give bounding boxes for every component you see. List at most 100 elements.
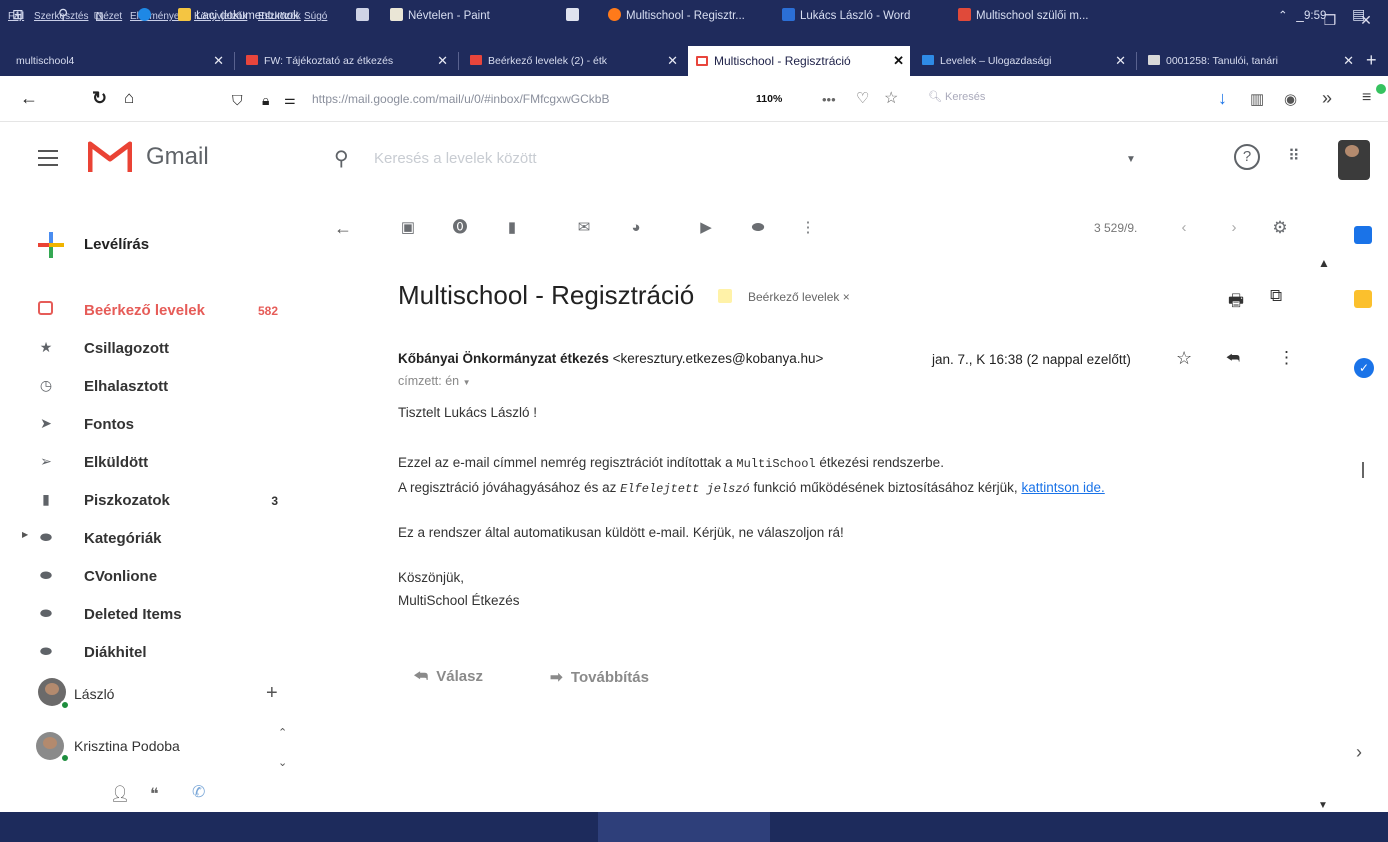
- taskbar-item-firefox[interactable]: Multischool - Regisztr...: [608, 7, 745, 25]
- tab-0001258[interactable]: 0001258: Tanulói, tanári ✕: [1140, 46, 1360, 76]
- more-options-icon[interactable]: ⋮: [1278, 348, 1295, 368]
- pocket-icon[interactable]: ♡: [856, 89, 869, 109]
- browser-search-box[interactable]: 🔍︎ Keresés: [928, 90, 985, 103]
- account-avatar[interactable]: [1338, 140, 1370, 180]
- forward-button[interactable]: ➡ Továbbítás: [550, 668, 649, 686]
- gear-icon[interactable]: ⚙: [1272, 219, 1288, 236]
- tab-multischool-registration[interactable]: Multischool - Regisztráció ✕: [688, 46, 910, 76]
- search-icon[interactable]: ⚲: [334, 146, 349, 171]
- apps-grid-icon[interactable]: ⠿: [1288, 146, 1300, 166]
- sidebar-item-diakhitel[interactable]: ⬬ Diákhitel: [36, 637, 286, 667]
- clock-time[interactable]: 9:59: [1304, 7, 1326, 25]
- report-spam-icon[interactable]: ⓿: [452, 220, 468, 236]
- chevron-right-icon[interactable]: ›: [1226, 220, 1242, 236]
- tab-outlook[interactable]: Levelek – Ulogazdasági ✕: [914, 46, 1132, 76]
- bookmark-star-icon[interactable]: ☆: [884, 89, 898, 109]
- delete-icon[interactable]: ▮: [504, 220, 520, 236]
- tab-multischool4[interactable]: multischool4 ✕: [8, 46, 230, 76]
- sidebar-item-categories[interactable]: ⬬ Kategóriák: [36, 523, 286, 553]
- sidebar-item-deleted-items[interactable]: ⬬ Deleted Items: [36, 599, 286, 629]
- sidebar-item-cvonlione[interactable]: ⬬ CVonlione: [36, 561, 286, 591]
- add-contact-icon[interactable]: +: [266, 682, 278, 705]
- download-icon[interactable]: ↓: [1218, 88, 1227, 108]
- gmail-logo[interactable]: [88, 140, 132, 174]
- tab-close-icon[interactable]: ✕: [437, 46, 448, 76]
- chevron-left-icon[interactable]: ‹: [1176, 220, 1192, 236]
- open-new-window-icon[interactable]: ⧉: [1270, 286, 1282, 306]
- menu-icon[interactable]: ≡: [1362, 88, 1371, 108]
- back-icon[interactable]: ←: [20, 88, 38, 108]
- taskbar-item-word[interactable]: Lukács László - Word: [782, 7, 910, 25]
- hangouts-contact-name[interactable]: Krisztina Podoba: [74, 738, 180, 754]
- scroll-down-icon[interactable]: ⌄: [278, 756, 287, 769]
- snooze-icon[interactable]: ◕: [628, 220, 644, 236]
- person-icon[interactable]: 👤︎: [110, 784, 130, 804]
- remove-label-icon[interactable]: ×: [843, 290, 850, 304]
- library-icon[interactable]: ▥: [1250, 90, 1264, 110]
- sidebar-item-important[interactable]: ➤ Fontos: [36, 409, 286, 439]
- extension-icon[interactable]: ◉: [1284, 90, 1297, 110]
- main-menu-icon[interactable]: [38, 150, 58, 166]
- url-bar[interactable]: https://mail.google.com/mail/u/0/#inbox/…: [312, 92, 609, 106]
- mark-unread-icon[interactable]: ✉: [576, 220, 592, 236]
- reload-icon[interactable]: ↻: [92, 88, 107, 108]
- back-to-inbox-icon[interactable]: ←: [334, 219, 352, 237]
- new-tab-icon[interactable]: +: [1366, 50, 1377, 71]
- taskbar-item-explorer[interactable]: Laci dokumentumok: [178, 7, 299, 25]
- shield-icon[interactable]: ⛉: [232, 90, 243, 110]
- sidebar-item-sent[interactable]: ➢ Elküldött: [36, 447, 286, 477]
- lock-icon[interactable]: 🔒︎: [262, 90, 269, 110]
- move-to-icon[interactable]: ▶: [698, 220, 714, 236]
- sidebar-item-inbox[interactable]: Beérkező levelek 582: [36, 295, 286, 325]
- tab-close-icon[interactable]: ✕: [1115, 46, 1126, 76]
- print-icon[interactable]: 🖶︎: [1228, 288, 1244, 317]
- tab-close-icon[interactable]: ✕: [213, 46, 224, 76]
- taskbar-search-icon[interactable]: ⚲: [58, 5, 68, 23]
- scroll-down-arrow-icon[interactable]: ▼: [1318, 800, 1328, 811]
- zoom-level[interactable]: 110%: [756, 93, 782, 105]
- hangouts-user-name[interactable]: László: [74, 686, 114, 702]
- importance-marker-icon[interactable]: [718, 289, 732, 303]
- tab-close-icon[interactable]: ✕: [1343, 46, 1354, 76]
- recipient-line[interactable]: címzett: én ▼: [398, 374, 471, 388]
- tab-inbox[interactable]: Beérkező levelek (2) - étk ✕: [462, 46, 684, 76]
- calendar-icon[interactable]: [1354, 226, 1372, 244]
- more-icon[interactable]: ⋮: [800, 220, 816, 236]
- permissions-icon[interactable]: ⚌: [284, 90, 296, 110]
- tray-chevron-icon[interactable]: ⌃: [1278, 7, 1288, 25]
- task-view-icon[interactable]: ⧉: [94, 7, 103, 25]
- overflow-icon[interactable]: »: [1322, 88, 1332, 108]
- labels-icon[interactable]: ⬬: [750, 220, 766, 236]
- taskbar-item-pdf[interactable]: Multischool szülői m...: [958, 7, 1088, 25]
- notification-icon[interactable]: ▤: [1352, 5, 1365, 23]
- help-icon[interactable]: ?: [1234, 144, 1260, 170]
- mail-app-icon[interactable]: [566, 7, 584, 25]
- mail-search-input[interactable]: Keresés a levelek között: [374, 150, 537, 167]
- expand-arrow-icon[interactable]: ▶: [22, 530, 28, 539]
- sidebar-item-snoozed[interactable]: ◷ Elhalasztott: [36, 371, 286, 401]
- tab-close-icon[interactable]: ✕: [893, 46, 904, 76]
- scroll-up-icon[interactable]: ⌃: [278, 726, 287, 739]
- expand-panel-icon[interactable]: ›: [1356, 742, 1362, 763]
- tab-close-icon[interactable]: ✕: [667, 46, 678, 76]
- sidebar-item-starred[interactable]: ★ Csillagozott: [36, 333, 286, 363]
- confirm-link[interactable]: kattintson ide.: [1021, 480, 1104, 495]
- star-icon[interactable]: ☆: [1176, 348, 1192, 369]
- edge-icon[interactable]: [138, 7, 156, 25]
- reply-icon[interactable]: ⮪: [1226, 350, 1240, 367]
- windows-start-icon[interactable]: ⊞: [12, 5, 24, 23]
- archive-icon[interactable]: ▣: [400, 220, 416, 236]
- reply-button[interactable]: ⮪ Válasz: [414, 668, 483, 685]
- menu-help[interactable]: Súgó: [304, 11, 327, 22]
- keep-icon[interactable]: [1354, 290, 1372, 308]
- sidebar-item-drafts[interactable]: ▮ Piszkozatok 3: [36, 485, 286, 515]
- more-actions-icon[interactable]: •••: [822, 90, 836, 110]
- home-icon[interactable]: ⌂: [124, 88, 134, 108]
- phone-icon[interactable]: ✆: [192, 782, 205, 802]
- hangouts-chat-icon[interactable]: ❝: [150, 784, 159, 804]
- taskbar-item-paint[interactable]: Névtelen - Paint: [390, 7, 490, 25]
- tab-fw-tajekoztato[interactable]: FW: Tájékoztató az étkezés ✕: [238, 46, 454, 76]
- tasks-icon[interactable]: ✓: [1354, 358, 1374, 378]
- search-options-icon[interactable]: ▼: [1126, 154, 1136, 165]
- scroll-up-arrow-icon[interactable]: ▲: [1318, 256, 1330, 270]
